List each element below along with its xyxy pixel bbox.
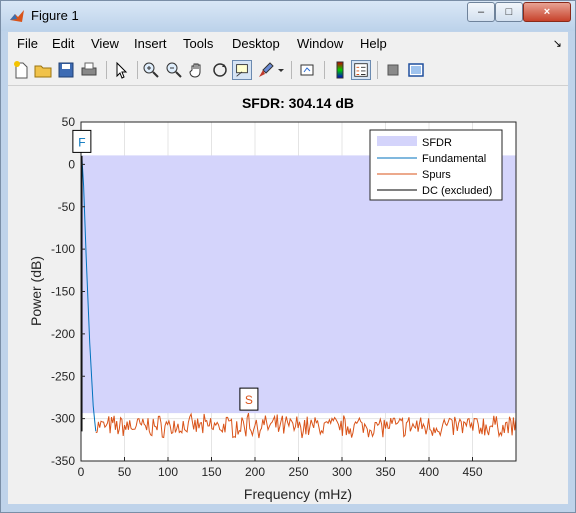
brush-icon[interactable]: [256, 60, 276, 80]
rotate-3d-icon[interactable]: [210, 60, 230, 80]
x-axis-label: Frequency (mHz): [244, 486, 352, 502]
minimize-button[interactable]: –: [467, 2, 495, 22]
figure-canvas: 0 50 100 150 200 250 300 350 400 450 50 0 -50 -100 -15…: [8, 86, 568, 504]
y-tick-label: -300: [51, 412, 75, 426]
zoom-out-icon[interactable]: [164, 60, 184, 80]
y-axis-label: Power (dB): [28, 256, 44, 326]
spur-marker-label: S: [245, 393, 253, 407]
y-tick-label: -200: [51, 327, 75, 341]
y-tick-label: 50: [62, 115, 76, 129]
y-tick-label: -100: [51, 242, 75, 256]
y-tick-label: -250: [51, 369, 75, 383]
chart-title: SFDR: 304.14 dB: [242, 95, 354, 111]
legend-label-dc: DC (excluded): [422, 185, 492, 197]
y-tick-label: -50: [58, 200, 76, 214]
x-tick-label: 300: [332, 465, 352, 479]
print-icon[interactable]: [79, 60, 99, 80]
insert-colorbar-icon[interactable]: [330, 60, 350, 80]
legend-label-fundamental: Fundamental: [422, 153, 486, 165]
close-button[interactable]: ×: [523, 2, 571, 22]
open-file-icon[interactable]: [33, 60, 53, 80]
menu-file[interactable]: File: [17, 36, 38, 51]
y-tick-label: -150: [51, 285, 75, 299]
hide-plot-tools-icon[interactable]: [383, 60, 403, 80]
x-tick-label: 250: [288, 465, 308, 479]
toolbar-separator: [377, 61, 378, 79]
menu-edit[interactable]: Edit: [52, 36, 74, 51]
menu-bar: File Edit View Insert Tools Desktop Wind…: [8, 32, 568, 56]
legend-label-sfdr: SFDR: [422, 137, 452, 149]
zoom-in-icon[interactable]: [141, 60, 161, 80]
link-plot-icon[interactable]: [298, 60, 318, 80]
show-plot-tools-icon[interactable]: [406, 60, 426, 80]
y-tick-label: 0: [68, 157, 75, 171]
menu-desktop[interactable]: Desktop: [232, 36, 280, 51]
pointer-icon[interactable]: [111, 60, 131, 80]
menu-view[interactable]: View: [91, 36, 119, 51]
window-title: Figure 1: [31, 8, 79, 23]
y-tick-label: -350: [51, 454, 75, 468]
figure-toolbar: [8, 56, 568, 86]
x-tick-label: 200: [245, 465, 265, 479]
legend-swatch-sfdr: [377, 136, 417, 146]
x-tick-label: 50: [118, 465, 132, 479]
brush-dropdown-icon[interactable]: [276, 60, 286, 80]
title-bar[interactable]: Figure 1 – □ ×: [1, 1, 575, 31]
toolbar-separator: [324, 61, 325, 79]
toolbar-separator: [106, 61, 107, 79]
fundamental-marker-label: F: [78, 135, 85, 149]
menu-tools[interactable]: Tools: [183, 36, 213, 51]
insert-legend-icon[interactable]: [351, 60, 371, 80]
legend-label-spurs: Spurs: [422, 169, 451, 181]
maximize-button[interactable]: □: [495, 2, 523, 22]
x-tick-label: 150: [201, 465, 221, 479]
x-tick-label: 100: [158, 465, 178, 479]
menu-dock-arrow-icon[interactable]: ↘: [553, 37, 562, 50]
sfdr-chart[interactable]: 0 50 100 150 200 250 300 350 400 450500-50-100-15…: [8, 86, 568, 504]
figure-window: Figure 1 – □ × File Edit View Insert Too…: [0, 0, 576, 513]
chart-legend[interactable]: SFDR Fundamental Spurs DC (excluded): [369, 129, 503, 201]
toolbar-separator: [291, 61, 292, 79]
menu-insert[interactable]: Insert: [134, 36, 167, 51]
x-tick-label: 400: [419, 465, 439, 479]
toolbar-separator: [137, 61, 138, 79]
menu-window[interactable]: Window: [297, 36, 343, 51]
x-tick-label: 450: [462, 465, 482, 479]
x-tick-label: 0: [78, 465, 85, 479]
pan-hand-icon[interactable]: [187, 60, 207, 80]
save-icon[interactable]: [56, 60, 76, 80]
matlab-icon: [10, 10, 24, 22]
menu-help[interactable]: Help: [360, 36, 387, 51]
x-tick-label: 350: [375, 465, 395, 479]
new-figure-icon[interactable]: [11, 60, 31, 80]
data-cursor-icon[interactable]: [232, 60, 252, 80]
